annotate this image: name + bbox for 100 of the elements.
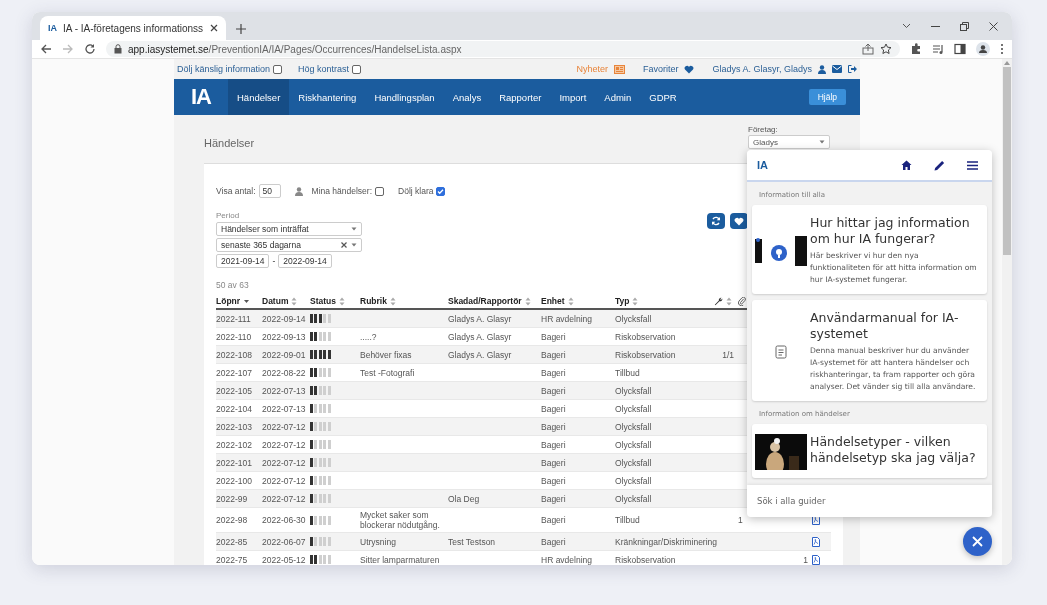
column-header[interactable]: Rubrik: [360, 296, 387, 306]
guide-title: Hur hittar jag information om hur IA fungerar?: [810, 215, 971, 247]
table-cell-text: 2022-09-01: [262, 349, 307, 360]
table-cell-text: HR avdelning: [541, 554, 594, 565]
back-icon[interactable]: [40, 43, 52, 55]
option-label: Dölj känslig information: [177, 64, 271, 74]
checkbox[interactable]: [273, 64, 283, 74]
table-cell-text: 2022-108: [216, 349, 253, 360]
guide-card[interactable]: Händelsetyper - vilken händelsetyp ska jag välja?: [752, 424, 987, 478]
table-cell-text: 2022-101: [216, 457, 253, 468]
nav-item[interactable]: GDPR: [640, 79, 686, 115]
table-cell-text: 2022-08-22: [262, 367, 307, 378]
media-list-icon[interactable]: [932, 43, 944, 55]
puzzle-icon[interactable]: [910, 43, 922, 55]
restore-icon[interactable]: [960, 21, 969, 31]
table-cell-text: Olycksfall: [615, 313, 653, 324]
browser-tab[interactable]: IA IA - IA-företagens informationss: [40, 16, 226, 40]
table-cell-text: Sitter lamparmaturen: [360, 553, 441, 565]
table-cell-text: Olycksfall: [615, 475, 653, 486]
guide-card[interactable]: [752, 300, 987, 401]
table-cell-text: 2022-07-13: [262, 403, 307, 414]
table-cell-text: 2022-07-12: [262, 421, 307, 432]
logo[interactable]: IA: [174, 79, 228, 115]
share-icon[interactable]: [862, 43, 874, 55]
clear-icon[interactable]: [341, 242, 347, 248]
nav-item[interactable]: Riskhantering: [289, 79, 366, 115]
table-cell-text: Bageri: [541, 331, 567, 342]
table-cell-text: Bageri: [541, 403, 567, 414]
table-cell-text: Bageri: [541, 439, 567, 450]
period-range-select[interactable]: senaste 365 dagarna: [216, 238, 362, 252]
nav-item[interactable]: Admin: [595, 79, 641, 115]
heart-icon: [734, 216, 744, 226]
scrollbar[interactable]: [1002, 59, 1012, 565]
nav-item[interactable]: Rapporter: [490, 79, 551, 115]
star-icon[interactable]: [880, 43, 892, 55]
new-tab-icon[interactable]: [236, 24, 246, 34]
column-header[interactable]: Löpnr: [216, 296, 241, 306]
table-cell-text: Bageri: [541, 493, 567, 504]
table-cell-text: Bageri: [541, 536, 567, 547]
nav-item[interactable]: Händelser: [228, 79, 290, 115]
address-bar[interactable]: app.iasystemet.se/PreventionIA/IA/Pages/Occurrences/HandelseLista.aspx: [106, 41, 900, 57]
home-icon[interactable]: [901, 160, 912, 170]
nav-item[interactable]: Handlingsplan: [365, 79, 444, 115]
pdf-file-icon[interactable]: [812, 554, 820, 565]
user-icon[interactable]: [818, 64, 826, 74]
table-cell-text: 2022-06-30: [262, 515, 307, 525]
table-cell-text: Olycksfall: [615, 403, 653, 414]
date-field[interactable]: 2022-09-14: [278, 254, 332, 268]
period-type-select[interactable]: Händelser som inträffat: [216, 222, 362, 236]
user-link[interactable]: Gladys A. Glasyr, Gladys: [712, 64, 812, 74]
nav-item[interactable]: Analys: [443, 79, 491, 115]
date-field[interactable]: 2021-09-14: [216, 254, 270, 268]
table-cell-text: Riskobservation: [615, 349, 677, 360]
tab-title: IA - IA-företagens informationss: [63, 22, 204, 34]
mail-icon[interactable]: [832, 65, 842, 73]
refresh-button[interactable]: [707, 213, 725, 229]
column-header[interactable]: Status: [310, 296, 336, 306]
reload-icon[interactable]: [84, 43, 96, 55]
logout-icon[interactable]: [848, 65, 857, 73]
nav-item[interactable]: Import: [550, 79, 596, 115]
count-field[interactable]: 50: [258, 184, 281, 198]
more-icon[interactable]: [1000, 43, 1004, 55]
table-cell-text: 2022-85: [216, 536, 249, 547]
table-cell-text: 2022-09-14: [262, 313, 307, 324]
table-cell-text: Bageri: [541, 385, 567, 396]
refresh-icon: [711, 216, 721, 226]
pdf-file-icon[interactable]: [812, 536, 820, 547]
close-icon[interactable]: [210, 24, 218, 32]
table-cell-text: Olycksfall: [615, 385, 653, 396]
paperclip-icon: [738, 296, 746, 306]
checkbox[interactable]: [375, 186, 385, 196]
column-header[interactable]: Typ: [615, 296, 630, 306]
table-cell-text: 2022-105: [216, 385, 253, 396]
table-cell-text: 2022-09-13: [262, 331, 307, 342]
table-cell-text: HR avdelning: [541, 313, 594, 324]
table-cell-text: Ola Deg: [448, 493, 481, 504]
close-icon[interactable]: [989, 21, 998, 31]
checkbox[interactable]: [352, 64, 362, 74]
favorite-button[interactable]: [730, 213, 748, 229]
url-text: app.iasystemet.se/PreventionIA/IA/Pages/Occurrences/HandelseLista.aspx: [128, 43, 462, 55]
chevron-down-icon[interactable]: [902, 23, 911, 29]
table-cell-text: 2022-100: [216, 475, 253, 486]
table-cell-text: Olycksfall: [615, 421, 653, 432]
table-cell-text: Riskobservation: [615, 331, 677, 342]
company-select[interactable]: Gladys: [748, 135, 830, 149]
menu-icon[interactable]: [967, 160, 978, 170]
table-cell-text: 2022-05-12: [262, 554, 307, 565]
side-panel-icon[interactable]: [954, 43, 966, 55]
table-cell-text: 2022-107: [216, 367, 253, 378]
column-header[interactable]: Datum: [262, 296, 289, 306]
table-cell-text: Gladys A. Glasyr: [448, 313, 513, 324]
column-header[interactable]: Enhet: [541, 296, 565, 306]
lock-icon: [114, 44, 122, 54]
document-icon: [775, 344, 787, 359]
avatar-icon[interactable]: [976, 42, 990, 56]
checkbox[interactable]: [436, 186, 446, 196]
favorites-link[interactable]: Favoriter: [642, 64, 679, 74]
sort-desc-icon[interactable]: [243, 298, 251, 304]
column-header[interactable]: Skadad/Rapportör: [448, 296, 522, 306]
pencil-icon[interactable]: [934, 159, 945, 171]
